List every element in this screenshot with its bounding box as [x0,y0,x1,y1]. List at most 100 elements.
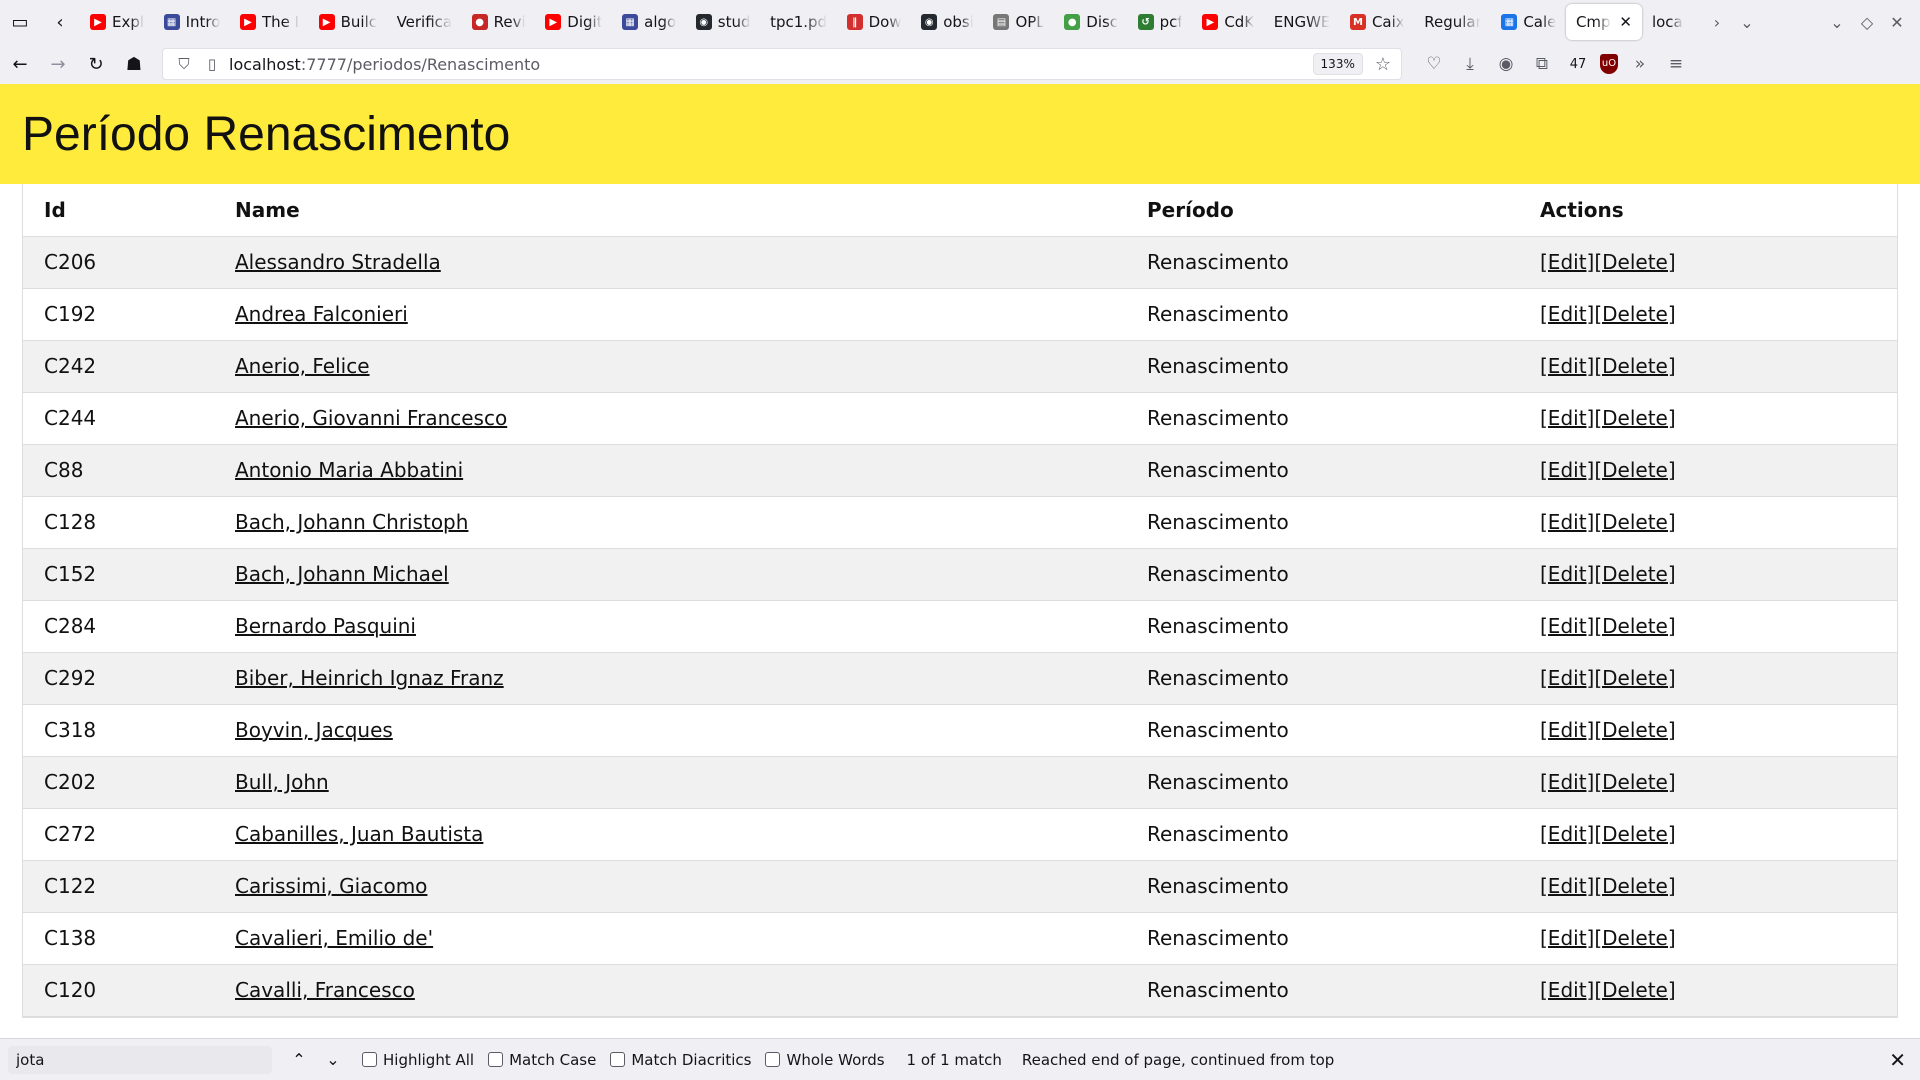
edit-link[interactable]: [Edit] [1540,354,1594,378]
edit-link[interactable]: [Edit] [1540,510,1594,534]
forward-icon[interactable]: → [40,48,76,80]
composer-name-link[interactable]: Biber, Heinrich Ignaz Franz [235,666,504,690]
list-all-tabs-icon[interactable]: ⌄ [1732,13,1762,32]
overflow-chevron-icon[interactable]: » [1626,54,1654,74]
delete-link[interactable]: [Delete] [1594,562,1675,586]
browser-tab[interactable]: ▶ The I [230,4,309,40]
shield-icon[interactable]: ⛉ [173,55,195,73]
edit-link[interactable]: [Edit] [1540,718,1594,742]
delete-link[interactable]: [Delete] [1594,978,1675,1002]
composer-name-link[interactable]: Bach, Johann Christoph [235,510,468,534]
edit-link[interactable]: [Edit] [1540,614,1594,638]
composer-name-link[interactable]: Anerio, Felice [235,354,370,378]
pocket-icon[interactable]: ♡ [1420,54,1448,74]
edit-link[interactable]: [Edit] [1540,250,1594,274]
scroll-tabs-right-icon[interactable]: › [1702,13,1732,32]
delete-link[interactable]: [Delete] [1594,458,1675,482]
close-window-icon[interactable]: ✕ [1882,13,1912,32]
url-text[interactable]: localhost:7777/periodos/Renascimento [229,55,1313,74]
delete-link[interactable]: [Delete] [1594,302,1675,326]
edit-link[interactable]: [Edit] [1540,302,1594,326]
composer-name-link[interactable]: Cabanilles, Juan Bautista [235,822,483,846]
browser-tab[interactable]: ◉ stud [686,4,760,40]
composer-name-link[interactable]: Bach, Johann Michael [235,562,449,586]
delete-link[interactable]: [Delete] [1594,406,1675,430]
browser-tab[interactable]: Regular [1414,4,1491,40]
delete-link[interactable]: [Delete] [1594,718,1675,742]
delete-link[interactable]: [Delete] [1594,874,1675,898]
ublock-icon[interactable]: uO [1600,54,1618,74]
delete-link[interactable]: [Delete] [1594,614,1675,638]
edit-link[interactable]: [Edit] [1540,406,1594,430]
browser-tab[interactable]: ▦ Cale [1491,4,1566,40]
edit-link[interactable]: [Edit] [1540,822,1594,846]
extension-badge-count[interactable]: 47 [1564,57,1592,72]
bookmark-star-icon[interactable]: ☆ [1375,54,1391,75]
close-tab-icon[interactable]: ✕ [1619,13,1632,31]
delete-link[interactable]: [Delete] [1594,770,1675,794]
browser-tab[interactable]: ‖ Dow [837,4,912,40]
browser-tab[interactable]: loca [1642,4,1702,40]
edit-link[interactable]: [Edit] [1540,770,1594,794]
delete-link[interactable]: [Delete] [1594,822,1675,846]
checkbox-box[interactable] [488,1052,504,1067]
browser-tab[interactable]: tpc1.pd [760,4,837,40]
browser-tab[interactable]: Verifica [387,4,462,40]
downloads-icon[interactable]: ⤓ [1456,54,1484,74]
restore-icon[interactable]: ◇ [1852,13,1882,32]
find-input[interactable] [8,1045,272,1074]
checkbox-box[interactable] [765,1052,781,1067]
composer-name-link[interactable]: Bull, John [235,770,329,794]
delete-link[interactable]: [Delete] [1594,354,1675,378]
firefox-view-icon[interactable]: ▭ [0,0,40,44]
edit-link[interactable]: [Edit] [1540,562,1594,586]
minimize-icon[interactable]: ⌄ [1822,13,1852,32]
composer-name-link[interactable]: Anerio, Giovanni Francesco [235,406,507,430]
match-case-checkbox[interactable]: Match Case [488,1051,596,1069]
browser-tab[interactable]: ▶ Expl [80,4,154,40]
composer-name-link[interactable]: Cavalli, Francesco [235,978,415,1002]
edit-link[interactable]: [Edit] [1540,458,1594,482]
composer-name-link[interactable]: Carissimi, Giacomo [235,874,427,898]
edit-link[interactable]: [Edit] [1540,874,1594,898]
composer-name-link[interactable]: Antonio Maria Abbatini [235,458,463,482]
browser-tab[interactable]: ▦ Intro [154,4,230,40]
browser-tab[interactable]: Cmpc ✕ [1565,4,1642,40]
browser-tab[interactable]: ▤ OPL [983,4,1054,40]
scroll-tabs-left-icon[interactable]: ‹ [40,0,80,44]
page-info-icon[interactable]: ▯ [201,55,223,73]
address-bar[interactable]: ⛉ ▯ localhost:7777/periodos/Renascimento… [162,48,1402,80]
back-icon[interactable]: ← [2,48,38,80]
composer-name-link[interactable]: Alessandro Stradella [235,250,441,274]
hamburger-menu-icon[interactable]: ≡ [1662,54,1690,74]
browser-tab[interactable]: M Caix [1340,4,1414,40]
edit-link[interactable]: [Edit] [1540,978,1594,1002]
extensions-icon[interactable]: ⧉ [1528,54,1556,74]
browser-tab[interactable]: ↺ pcf [1128,4,1193,40]
composer-name-link[interactable]: Cavalieri, Emilio de' [235,926,433,950]
find-previous-icon[interactable]: ⌃ [284,1050,314,1069]
match-diacritics-checkbox[interactable]: Match Diacritics [610,1051,751,1069]
composer-name-link[interactable]: Bernardo Pasquini [235,614,416,638]
close-find-bar-icon[interactable]: ✕ [1889,1048,1906,1072]
account-icon[interactable]: ◉ [1492,54,1520,74]
browser-tab[interactable]: ▶ Builc [309,4,387,40]
edit-link[interactable]: [Edit] [1540,926,1594,950]
browser-tab[interactable]: ◉ obsi [911,4,983,40]
browser-tab[interactable]: ENGWE [1264,4,1340,40]
composer-name-link[interactable]: Andrea Falconieri [235,302,408,326]
browser-tab[interactable]: ● Disc [1054,4,1127,40]
browser-tab[interactable]: ▶ CdK [1192,4,1263,40]
browser-tab[interactable]: ▦ algo [612,4,686,40]
browser-tab[interactable]: ● Revi [462,4,536,40]
checkbox-box[interactable] [362,1052,377,1067]
checkbox-box[interactable] [610,1052,626,1067]
find-next-icon[interactable]: ⌄ [318,1050,348,1069]
highlight-all-checkbox[interactable]: Highlight All [362,1051,474,1069]
delete-link[interactable]: [Delete] [1594,666,1675,690]
delete-link[interactable]: [Delete] [1594,510,1675,534]
extension-icon[interactable]: ☗ [116,48,152,80]
reload-icon[interactable]: ↻ [78,48,114,80]
zoom-level-button[interactable]: 133% [1312,53,1363,75]
whole-words-checkbox[interactable]: Whole Words [765,1051,885,1069]
